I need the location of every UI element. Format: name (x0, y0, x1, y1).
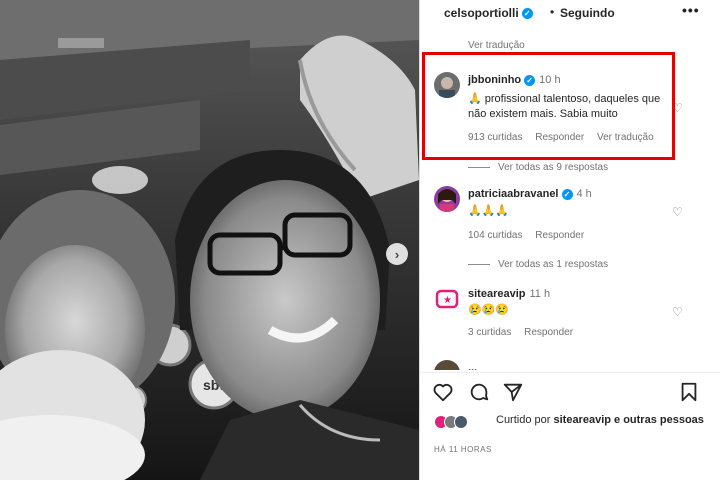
more-options-icon[interactable]: ••• (682, 2, 700, 18)
comment-likes[interactable]: 3 curtidas (468, 327, 511, 338)
comment-username[interactable]: patriciaabravanel ✓ 4 h (468, 188, 592, 200)
avatar[interactable] (434, 360, 460, 370)
highlight-box (422, 52, 675, 160)
liked-avatar[interactable] (454, 415, 468, 429)
bookmark-icon[interactable] (678, 381, 700, 403)
post-author-username[interactable]: celsoportiolli ✓ (444, 6, 533, 20)
like-heart-icon[interactable]: ♡ (672, 306, 684, 318)
comment-time: 11 h (529, 288, 551, 300)
instagram-post-view: sbt › celsoportiolli ✓ • Seguindo ••• Ve… (0, 0, 720, 480)
like-heart-icon[interactable]: ♡ (672, 206, 684, 218)
comment-text: 🙏🙏🙏 (468, 205, 510, 217)
liked-by-text: Curtido por siteareavip e outras pessoas (496, 414, 704, 426)
post-actions: Curtido por siteareavip e outras pessoas… (420, 372, 720, 480)
like-heart-icon[interactable] (432, 381, 454, 403)
comment-time: 4 h (576, 188, 592, 200)
svg-text:★: ★ (443, 295, 452, 306)
comment-username[interactable]: ... (468, 362, 477, 370)
share-icon[interactable] (502, 381, 524, 403)
reply-button[interactable]: Responder (535, 230, 584, 241)
liked-by-user[interactable]: siteareavip (553, 414, 610, 426)
comment-username[interactable]: siteareavip 11 h (468, 288, 550, 300)
see-translation-link[interactable]: Ver tradução (468, 40, 525, 51)
avatar[interactable]: ★ (434, 286, 460, 312)
reply-button[interactable]: Responder (524, 327, 573, 338)
verified-icon: ✓ (521, 8, 533, 20)
liked-by-others[interactable]: e outras pessoas (614, 414, 704, 426)
comment-text: 😢😢😢 (468, 304, 510, 316)
post-time-ago[interactable]: HÁ 11 HORAS (434, 445, 492, 454)
replies-line (468, 263, 490, 265)
following-button[interactable]: Seguindo (560, 6, 615, 20)
comment-likes[interactable]: 104 curtidas (468, 230, 522, 241)
header-separator: • (550, 5, 555, 19)
post-header: celsoportiolli ✓ • Seguindo ••• (420, 0, 720, 28)
post-photo[interactable]: sbt › (0, 0, 419, 480)
comment-icon[interactable] (468, 381, 490, 403)
view-replies-link[interactable]: Ver todas as 1 respostas (468, 259, 608, 270)
photo-illustration: sbt (0, 0, 419, 480)
view-replies-link[interactable]: Ver todas as 9 respostas (468, 162, 608, 173)
comment-meta: 104 curtidas Responder (468, 230, 594, 241)
verified-icon: ✓ (561, 188, 573, 200)
replies-line (468, 166, 490, 168)
avatar[interactable] (434, 186, 460, 212)
comment-meta: 3 curtidas Responder (468, 327, 583, 338)
carousel-next-button[interactable]: › (386, 243, 408, 265)
